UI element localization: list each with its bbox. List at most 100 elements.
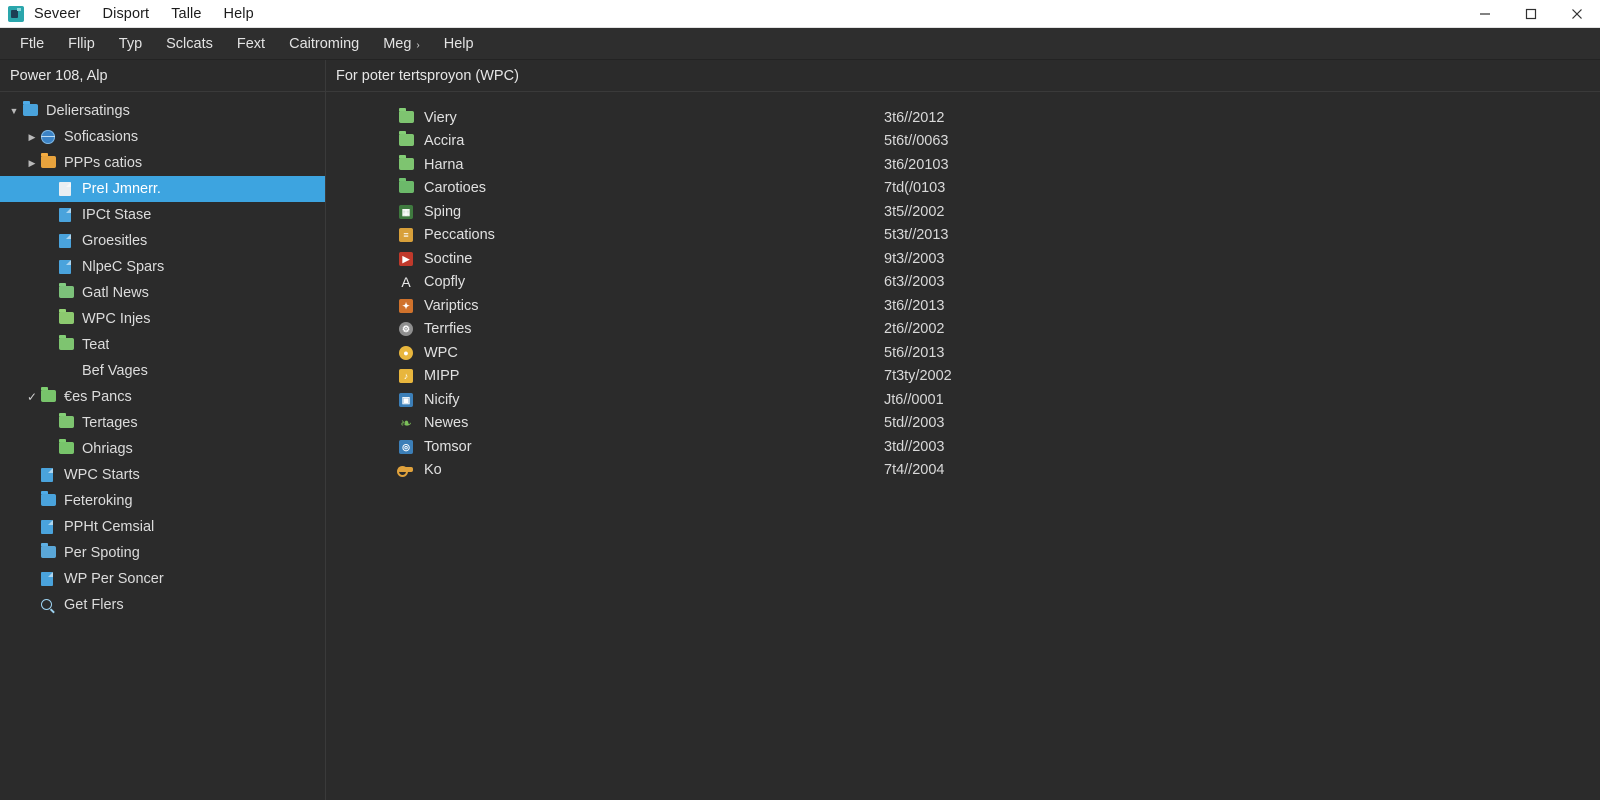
sidebar-item-wpc-starts[interactable]: WPC Starts (0, 462, 325, 488)
menu-item-label: Fext (236, 35, 266, 52)
titlebar-menu-item-1[interactable]: Disport (103, 6, 150, 22)
sidebar-item-bef-vages[interactable]: Bef Vages (0, 358, 325, 384)
file-row[interactable]: ❧ Newes 5td//2003 (326, 412, 1600, 436)
menu-item-typ[interactable]: Typ (107, 32, 154, 56)
sidebar-item-gatl-news[interactable]: Gatl News (0, 280, 325, 306)
check-icon[interactable]: ✓ (24, 390, 40, 404)
sidebar-item-feteroking[interactable]: Feteroking (0, 488, 325, 514)
folder-icon (40, 389, 58, 405)
titlebar-menu: Seveer Disport Talle Help (34, 6, 254, 22)
sidebar-item-label: PreI Jmnerr. (82, 181, 161, 197)
file-row[interactable]: Harna 3t6/20103 (326, 153, 1600, 177)
file-row[interactable]: ▶ Soctine 9t3//2003 (326, 247, 1600, 271)
sidebar-item-label: Teat (82, 337, 110, 353)
menu-item-caitroming[interactable]: Caitroming (277, 32, 371, 56)
document-icon: ≡ (398, 227, 414, 243)
sidebar-item-ppht-cemsial[interactable]: PPHt Cemsial (0, 514, 325, 540)
file-row[interactable]: A Copfly 6t3//2003 (326, 271, 1600, 295)
disc-icon: ◎ (398, 439, 414, 455)
menu-item-meg[interactable]: Meg › (371, 32, 432, 56)
sidebar-item-tertages[interactable]: Tertages (0, 410, 325, 436)
file-row[interactable]: ⚙ Terrfies 2t6//2002 (326, 318, 1600, 342)
sidebar-item-deliersatings[interactable]: ▼ Deliersatings (0, 98, 325, 124)
sidebar-item-wpc-injes[interactable]: WPC Injes (0, 306, 325, 332)
sidebar-item-soficasions[interactable]: ▶ Soficasions (0, 124, 325, 150)
titlebar-menu-item-3[interactable]: Help (224, 6, 254, 22)
chevron-right-icon[interactable]: ▶ (24, 132, 40, 142)
menubar: Ftle Fllip Typ Sclcats Fext Caitroming Meg › Hel… (0, 28, 1600, 60)
menu-item-fext[interactable]: Fext (225, 32, 277, 56)
app-icon (8, 5, 24, 22)
file-row[interactable]: ▣ Nicify Jt6//0001 (326, 388, 1600, 412)
folder-icon (58, 415, 76, 431)
file-row[interactable]: ≡ Peccations 5t3t//2013 (326, 224, 1600, 248)
sidebar-item-label: PPPs catios (64, 155, 143, 171)
file-row[interactable]: Accira 5t6t//0063 (326, 130, 1600, 154)
sidebar-item-label: €es Pancs (64, 389, 132, 405)
folder-icon (398, 110, 414, 126)
menu-item-label: Sclcats (166, 35, 213, 52)
file-row[interactable]: ♪ MIPP 7t3ty/2002 (326, 365, 1600, 389)
plant-icon: ❧ (400, 415, 412, 432)
menu-item-ftle[interactable]: Ftle (8, 32, 56, 56)
close-icon[interactable] (1554, 0, 1600, 28)
menu-item-help[interactable]: Help (432, 32, 486, 56)
sidebar-item-per-spoting[interactable]: Per Spoting (0, 540, 325, 566)
file-name: WPC (424, 344, 458, 361)
file-row[interactable]: ▦ Sping 3t5//2002 (326, 200, 1600, 224)
file-icon (58, 233, 76, 249)
maximize-icon[interactable] (1508, 0, 1554, 28)
file-row[interactable]: ✦ Variptics 3t6//2013 (326, 294, 1600, 318)
titlebar-menu-item-0[interactable]: Seveer (34, 6, 81, 22)
sidebar-item-groesitles[interactable]: Groesitles (0, 228, 325, 254)
chevron-right-icon[interactable]: ▶ (24, 158, 40, 168)
sidebar-item-ohriags[interactable]: Ohriags (0, 436, 325, 462)
sidebar-item-ipct-stase[interactable]: IPCt Stase (0, 202, 325, 228)
sidebar-item-get-flers[interactable]: Get Flers (0, 592, 325, 618)
file-date: 5t6t//0063 (884, 133, 949, 150)
folder-icon (40, 493, 58, 509)
menu-item-label: Meg (383, 35, 412, 52)
sidebar-item-ppps-catios[interactable]: ▶ PPPs catios (0, 150, 325, 176)
globe-icon (40, 129, 58, 145)
menu-item-sclcats[interactable]: Sclcats (154, 32, 225, 56)
file-name: Tomsor (424, 438, 472, 455)
menu-item-fllip[interactable]: Fllip (56, 32, 107, 56)
file-date: 3td//2003 (884, 438, 945, 455)
sidebar-item-wp-per-soncer[interactable]: WP Per Soncer (0, 566, 325, 592)
sidebar-item--es-pancs[interactable]: ✓ €es Pancs (0, 384, 325, 410)
file-icon (58, 207, 76, 223)
file-row[interactable]: ● WPC 5t6//2013 (326, 341, 1600, 365)
sidebar-item-teat[interactable]: Teat (0, 332, 325, 358)
sidebar-item-prei-jmnerr-[interactable]: PreI Jmnerr. (0, 176, 325, 202)
minimize-icon[interactable] (1462, 0, 1508, 28)
chevron-down-icon[interactable]: ▼ (6, 106, 22, 116)
chevron-right-icon: › (416, 39, 420, 51)
sidebar-item-nlpec-spars[interactable]: NlpeC Spars (0, 254, 325, 280)
file-date: 7t4//2004 (884, 462, 945, 479)
file-row[interactable]: Carotioes 7td(/0103 (326, 177, 1600, 201)
file-row[interactable]: Ko 7t4//2004 (326, 459, 1600, 483)
file-row[interactable]: Viery 3t6//2012 (326, 106, 1600, 130)
folder-icon (58, 311, 76, 327)
file-date: 6t3//2003 (884, 274, 945, 291)
menu-item-label: Ftle (20, 35, 45, 52)
titlebar-menu-item-2[interactable]: Talle (171, 6, 201, 22)
settings-icon: ⚙ (398, 321, 414, 337)
sidebar-tree: ▼ Deliersatings ▶ Soficasions ▶ PPPs catios P… (0, 92, 325, 618)
file-date: 5t6//2013 (884, 344, 945, 361)
app-icon: ▣ (398, 392, 414, 408)
file-list: Viery 3t6//2012 Accira 5t6t//0063 Harna 3t6/2… (326, 92, 1600, 482)
file-icon (40, 571, 58, 587)
main-header: For poter tertsproyon (WPC) (326, 60, 1600, 92)
file-name: Soctine (424, 250, 473, 267)
file-row[interactable]: ◎ Tomsor 3td//2003 (326, 435, 1600, 459)
sidebar-item-label: PPHt Cemsial (64, 519, 155, 535)
font-icon: A (401, 274, 411, 291)
